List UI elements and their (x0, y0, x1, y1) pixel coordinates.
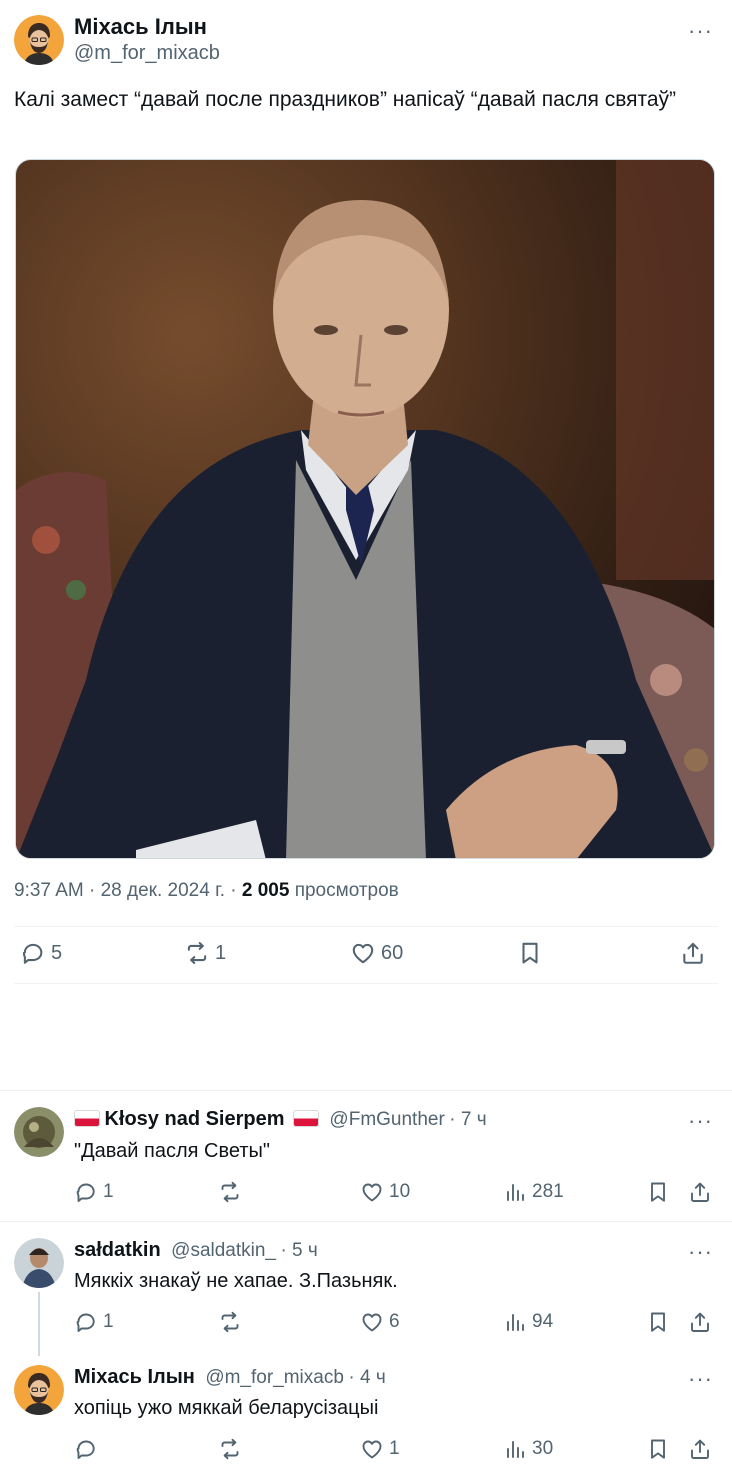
tweet-meta: 9:37 AM · 28 дек. 2024 г. · 2 005 просмо… (14, 880, 399, 902)
divider (14, 983, 718, 984)
share-button[interactable] (688, 1310, 712, 1334)
reply-button[interactable]: 1 (74, 1180, 114, 1204)
bookmark-icon (646, 1437, 670, 1461)
repost-button[interactable] (218, 1310, 242, 1334)
like-count: 60 (381, 941, 404, 964)
tweet-text: Калі замест “давай после праздников” нап… (14, 88, 677, 111)
bookmark-button[interactable] (646, 1310, 670, 1334)
analytics-icon (503, 1310, 527, 1334)
reply-count: 5 (51, 941, 63, 964)
tweet-photo[interactable] (15, 159, 715, 859)
heart-icon (350, 940, 376, 966)
poland-flag-icon (74, 1110, 100, 1127)
repost-icon (218, 1437, 242, 1461)
share-button[interactable] (680, 940, 706, 966)
like-button[interactable]: 6 (360, 1310, 400, 1334)
views-label: просмотров (294, 880, 399, 901)
author-avatar[interactable] (14, 15, 64, 65)
repost-count: 1 (215, 941, 227, 964)
reply-icon (74, 1310, 98, 1334)
reply-icon (20, 940, 46, 966)
share-icon (688, 1180, 712, 1204)
reply-author-handle[interactable]: @m_for_mixacb (205, 1367, 344, 1388)
reply-button[interactable]: 5 (20, 940, 62, 966)
share-button[interactable] (688, 1437, 712, 1461)
bookmark-icon (646, 1180, 670, 1204)
reply-header: Міхась Ілын @m_for_mixacb · 4 ч (74, 1366, 386, 1389)
reply-count: 1 (103, 1181, 114, 1202)
like-count: 6 (389, 1311, 400, 1332)
views-button[interactable]: 94 (503, 1310, 553, 1334)
views-count: 30 (532, 1438, 554, 1459)
meta-separator: · (89, 880, 101, 901)
like-button[interactable]: 10 (360, 1180, 410, 1204)
reply-author-name[interactable]: sałdatkin (74, 1239, 161, 1261)
bookmark-button[interactable] (517, 940, 543, 966)
views-button[interactable]: 30 (503, 1437, 553, 1461)
more-options-icon[interactable]: ··· (688, 18, 713, 44)
bookmark-button[interactable] (646, 1180, 670, 1204)
bookmark-button[interactable] (646, 1437, 670, 1461)
heart-icon (360, 1180, 384, 1204)
analytics-icon (503, 1180, 527, 1204)
reply-author-handle[interactable]: @FmGunther (329, 1109, 444, 1130)
reply-avatar[interactable] (14, 1238, 64, 1288)
reply-button[interactable] (74, 1437, 98, 1461)
reply-avatar[interactable] (14, 1107, 64, 1157)
reply-count: 1 (103, 1311, 114, 1332)
author-handle[interactable]: @m_for_mixacb (74, 42, 220, 65)
reply-author-handle[interactable]: @saldatkin_ (171, 1240, 276, 1261)
meta-separator: · (230, 880, 242, 901)
repost-icon (218, 1310, 242, 1334)
reply-author-name[interactable]: Kłosy nad Sierpem (104, 1108, 284, 1130)
reply-header: Kłosy nad Sierpem @FmGunther · 7 ч (74, 1108, 487, 1131)
share-button[interactable] (688, 1180, 712, 1204)
divider (0, 1090, 732, 1091)
reply-icon (74, 1180, 98, 1204)
reply-button[interactable]: 1 (74, 1310, 114, 1334)
repost-icon (218, 1180, 242, 1204)
reply-text: "Давай пасля Светы" (74, 1140, 270, 1162)
share-icon (688, 1437, 712, 1461)
more-options-icon[interactable]: ··· (688, 1108, 713, 1134)
repost-button[interactable]: 1 (184, 940, 226, 966)
reply-time[interactable]: · 5 ч (280, 1240, 317, 1261)
reply-time[interactable]: · 4 ч (348, 1367, 385, 1388)
reply-time[interactable]: · 7 ч (449, 1109, 486, 1130)
reply-author-name[interactable]: Міхась Ілын (74, 1366, 195, 1388)
portrait-illustration (16, 160, 714, 858)
like-button[interactable]: 60 (350, 940, 403, 966)
reply-text: Мяккіх знакаў не хапае. З.Пазьняк. (74, 1270, 398, 1292)
reply-icon (74, 1437, 98, 1461)
views-count: 2 005 (241, 880, 290, 901)
thread-line (38, 1292, 40, 1356)
heart-icon (360, 1310, 384, 1334)
bookmark-icon (517, 940, 543, 966)
share-icon (688, 1310, 712, 1334)
more-options-icon[interactable]: ··· (688, 1239, 713, 1265)
more-options-icon[interactable]: ··· (688, 1366, 713, 1392)
like-count: 1 (389, 1438, 400, 1459)
repost-icon (184, 940, 210, 966)
views-button[interactable]: 281 (503, 1180, 564, 1204)
like-count: 10 (389, 1181, 411, 1202)
analytics-icon (503, 1437, 527, 1461)
tweet-time[interactable]: 9:37 AM (14, 880, 84, 901)
views-count: 94 (532, 1311, 554, 1332)
reply-header: sałdatkin @saldatkin_ · 5 ч (74, 1239, 318, 1262)
heart-icon (360, 1437, 384, 1461)
divider (0, 1221, 732, 1222)
repost-button[interactable] (218, 1180, 242, 1204)
divider (14, 926, 718, 927)
bookmark-icon (646, 1310, 670, 1334)
author-name[interactable]: Міхась Ілын (74, 14, 207, 40)
views-count: 281 (532, 1181, 564, 1202)
share-icon (680, 940, 706, 966)
reply-text: хопіць ужо мяккай беларусізацыі (74, 1397, 379, 1419)
like-button[interactable]: 1 (360, 1437, 400, 1461)
reply-avatar[interactable] (14, 1365, 64, 1415)
poland-flag-icon (292, 1110, 319, 1127)
tweet-date[interactable]: 28 дек. 2024 г. (101, 880, 225, 901)
repost-button[interactable] (218, 1437, 242, 1461)
